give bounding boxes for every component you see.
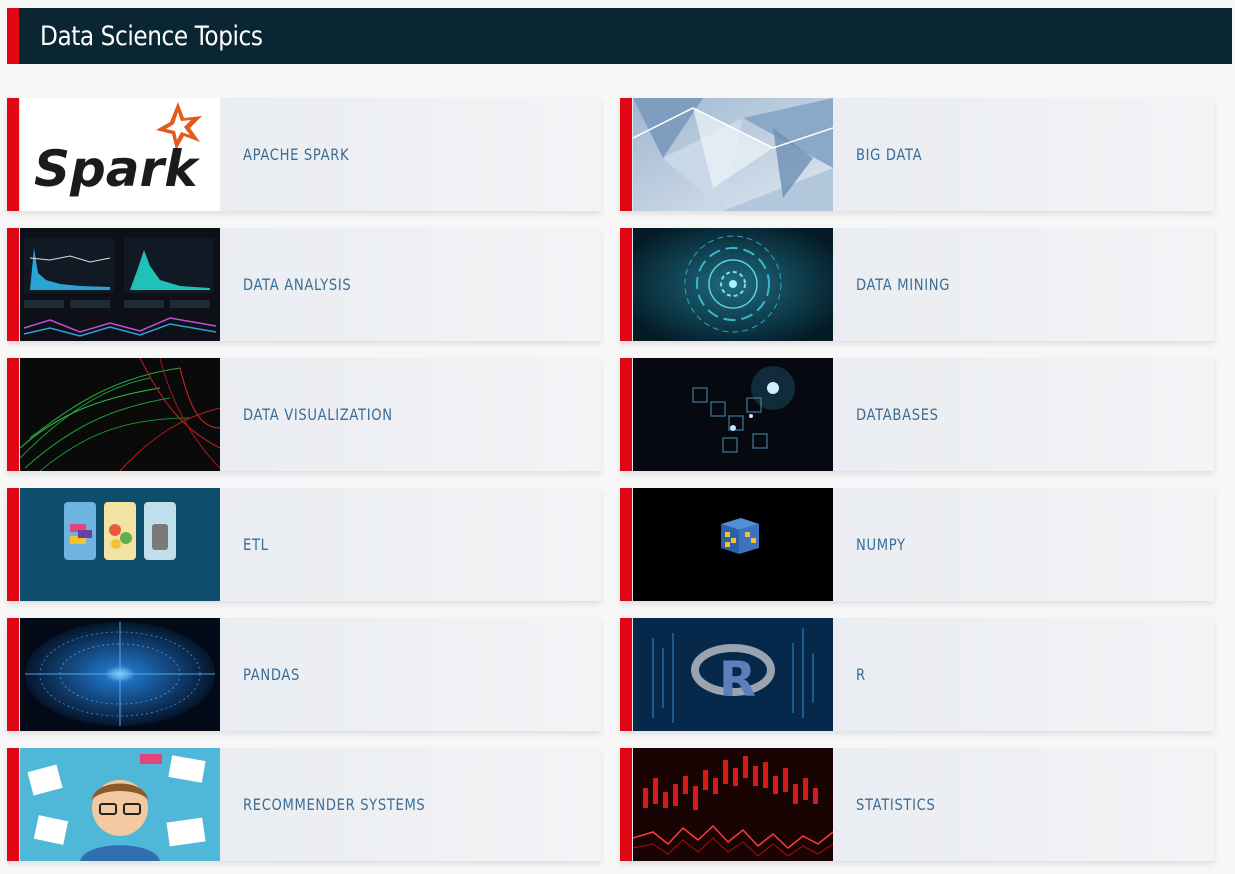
big-data-image: [633, 98, 833, 211]
etl-image: [20, 488, 220, 601]
numpy-cube-image: [633, 488, 833, 601]
card-accent-bar: [620, 748, 632, 861]
card-accent-bar: [620, 488, 632, 601]
r-logo-image: R: [633, 618, 833, 731]
topic-card-data-visualization[interactable]: DATA VISUALIZATION: [7, 358, 601, 471]
topic-label: ETL: [243, 535, 269, 554]
svg-text:R: R: [719, 652, 756, 708]
topic-card-r[interactable]: R R: [620, 618, 1214, 731]
topic-label: RECOMMENDER SYSTEMS: [243, 795, 426, 814]
card-accent-bar: [7, 618, 19, 731]
topic-card-data-mining[interactable]: DATA MINING: [620, 228, 1214, 341]
data-mining-image: [633, 228, 833, 341]
topic-card-recommender-systems[interactable]: RECOMMENDER SYSTEMS: [7, 748, 601, 861]
topic-label: NUMPY: [856, 535, 906, 554]
card-accent-bar: [7, 98, 19, 211]
topic-label: APACHE SPARK: [243, 145, 350, 164]
card-accent-bar: [620, 98, 632, 211]
card-accent-bar: [7, 748, 19, 861]
card-accent-bar: [620, 358, 632, 471]
card-accent-bar: [7, 358, 19, 471]
apache-spark-logo-image: Spark: [20, 98, 220, 211]
topics-grid: Spark APACHE SPARK BIG DATA DATA ANALYSI…: [0, 0, 1235, 874]
topic-card-pandas[interactable]: PANDAS: [7, 618, 601, 731]
card-accent-bar: [7, 488, 19, 601]
card-accent-bar: [620, 618, 632, 731]
card-accent-bar: [7, 228, 19, 341]
topic-card-big-data[interactable]: BIG DATA: [620, 98, 1214, 211]
topic-label: STATISTICS: [856, 795, 936, 814]
topic-label: R: [856, 665, 866, 684]
card-accent-bar: [620, 228, 632, 341]
recommender-systems-image: [20, 748, 220, 861]
statistics-image: [633, 748, 833, 861]
databases-image: [633, 358, 833, 471]
topic-label: DATABASES: [856, 405, 939, 424]
data-visualization-image: [20, 358, 220, 471]
pandas-image: [20, 618, 220, 731]
data-analysis-dashboard-image: [20, 228, 220, 341]
topic-card-databases[interactable]: DATABASES: [620, 358, 1214, 471]
topic-card-statistics[interactable]: STATISTICS: [620, 748, 1214, 861]
topic-card-data-analysis[interactable]: DATA ANALYSIS: [7, 228, 601, 341]
topic-label: PANDAS: [243, 665, 300, 684]
topic-label: DATA MINING: [856, 275, 951, 294]
topic-card-apache-spark[interactable]: Spark APACHE SPARK: [7, 98, 601, 211]
topic-label: BIG DATA: [856, 145, 923, 164]
svg-text:Spark: Spark: [34, 140, 200, 198]
topic-label: DATA VISUALIZATION: [243, 405, 393, 424]
topic-label: DATA ANALYSIS: [243, 275, 352, 294]
topic-card-etl[interactable]: ETL: [7, 488, 601, 601]
topic-card-numpy[interactable]: NUMPY: [620, 488, 1214, 601]
